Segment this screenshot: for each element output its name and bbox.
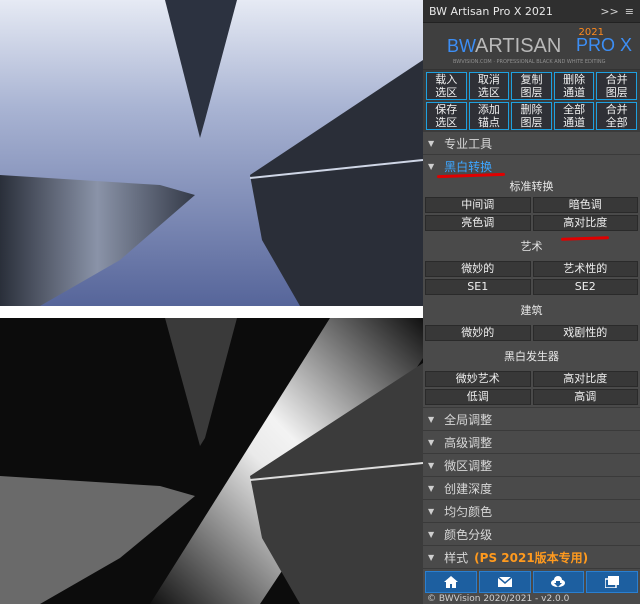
logo-artisan: ARTISAN (475, 35, 562, 57)
logo-prox: PRO X (575, 35, 632, 55)
panel-menu-icon[interactable]: ≡ (625, 5, 634, 18)
arch-dramatic-button[interactable]: 戏剧性的 (532, 325, 638, 341)
section-label: 黑白转换 (444, 159, 493, 174)
collapse-arrow-icon: ▼ (428, 138, 435, 148)
section-advanced-adjust[interactable]: ▼ 高级调整 (423, 431, 640, 454)
deselect-button[interactable]: 取消 选区 (468, 72, 510, 100)
section-label: 全局调整 (444, 412, 493, 427)
subtle-art-button[interactable]: 微妙艺术 (425, 371, 531, 387)
collapse-arrow-icon: ▼ (428, 414, 435, 424)
mail-icon[interactable] (478, 571, 531, 593)
skyscraper-color-image (0, 0, 423, 306)
architecture-heading: 建筑 (520, 304, 543, 317)
collapse-arrow-icon: ▼ (428, 161, 435, 171)
section-even-color[interactable]: ▼ 均匀颜色 (423, 500, 640, 523)
collapse-arrow-icon: ▼ (428, 506, 435, 516)
merge-all-button[interactable]: 合并 全部 (596, 102, 637, 130)
section-color-grading[interactable]: ▼ 颜色分级 (423, 523, 640, 546)
standard-conversion-heading: 标准转换 (509, 180, 554, 193)
panel-footer (423, 571, 640, 593)
logo-bw: BW (447, 36, 476, 56)
all-channels-button[interactable]: 全部 通道 (553, 102, 595, 130)
section-create-depth[interactable]: ▼ 创建深度 (423, 477, 640, 500)
panel-logo: BW ARTISAN 2021 PRO X BWVISION.COM · PRO… (423, 23, 640, 70)
delete-channel-button[interactable]: 删除 通道 (553, 72, 595, 100)
arch-subtle-button[interactable]: 微妙的 (425, 325, 531, 341)
collapse-icon[interactable]: >> (600, 5, 618, 18)
skyscraper-bw-image (0, 318, 423, 604)
section-pro-tools[interactable]: ▼ 专业工具 (423, 132, 640, 155)
section-label: 创建深度 (444, 481, 493, 496)
cloud-download-icon[interactable] (532, 571, 585, 593)
quick-action-grid: 载入 选区 取消 选区 复制 图层 删除 通道 合并 图层 保存 选区 添加 锚… (423, 70, 640, 132)
section-label: 颜色分级 (444, 527, 493, 542)
art-subtle-button[interactable]: 微妙的 (425, 261, 531, 277)
high-key-button[interactable]: 高调 (532, 389, 638, 405)
section-micro-adjust[interactable]: ▼ 微区调整 (423, 454, 640, 477)
bright-tones-button[interactable]: 亮色调 (425, 215, 531, 231)
collapse-arrow-icon: ▼ (428, 529, 435, 539)
delete-layer-button[interactable]: 删除 图层 (511, 102, 552, 130)
dark-tones-button[interactable]: 暗色调 (532, 197, 638, 213)
copyright-text: © BWVision 2020/2021 - v2.0.0 (427, 594, 570, 604)
art-heading: 艺术 (520, 240, 543, 253)
low-key-button[interactable]: 低调 (425, 389, 531, 405)
logo-tagline: BWVISION.COM · PROFESSIONAL BLACK AND WH… (453, 59, 606, 65)
bw-artisan-panel: BW Artisan Pro X 2021 >> ≡ BW ARTISAN 20… (423, 0, 640, 604)
section-global-adjust[interactable]: ▼ 全局调整 (423, 407, 640, 431)
save-selection-button[interactable]: 保存 选区 (426, 102, 467, 130)
photo-area (0, 0, 423, 604)
bw-generator-heading: 黑白发生器 (504, 350, 559, 363)
midtones-button[interactable]: 中间调 (425, 197, 531, 213)
load-selection-button[interactable]: 载入 选区 (426, 72, 467, 100)
panel-title: BW Artisan Pro X 2021 (429, 4, 553, 18)
duplicate-layer-button[interactable]: 复制 图层 (511, 72, 552, 100)
add-anchor-button[interactable]: 添加 锚点 (468, 102, 510, 130)
section-styles[interactable]: ▼ 样式 (PS 2021版本专用) (423, 546, 640, 569)
home-icon[interactable] (425, 571, 477, 593)
art-artistic-button[interactable]: 艺术性的 (532, 261, 638, 277)
section-label: 专业工具 (444, 136, 493, 151)
gen-high-contrast-button[interactable]: 高对比度 (532, 371, 638, 387)
panel-titlebar: BW Artisan Pro X 2021 >> ≡ (423, 0, 640, 23)
collapse-arrow-icon: ▼ (428, 437, 435, 447)
styles-note: (PS 2021版本专用) (474, 550, 589, 565)
se1-button[interactable]: SE1 (425, 279, 531, 295)
collapse-arrow-icon: ▼ (428, 552, 435, 562)
merge-layers-button[interactable]: 合并 图层 (596, 72, 637, 100)
collapse-arrow-icon: ▼ (428, 460, 435, 470)
bw-photo (0, 318, 423, 604)
section-label: 均匀颜色 (444, 504, 493, 519)
section-label: 高级调整 (444, 435, 493, 450)
high-contrast-button[interactable]: 高对比度 (532, 215, 638, 231)
section-label: 微区调整 (444, 458, 493, 473)
color-photo (0, 0, 423, 306)
collapse-arrow-icon: ▼ (428, 483, 435, 493)
import-icon[interactable] (586, 571, 638, 593)
section-label: 样式 (444, 550, 469, 565)
se2-button[interactable]: SE2 (532, 279, 638, 295)
